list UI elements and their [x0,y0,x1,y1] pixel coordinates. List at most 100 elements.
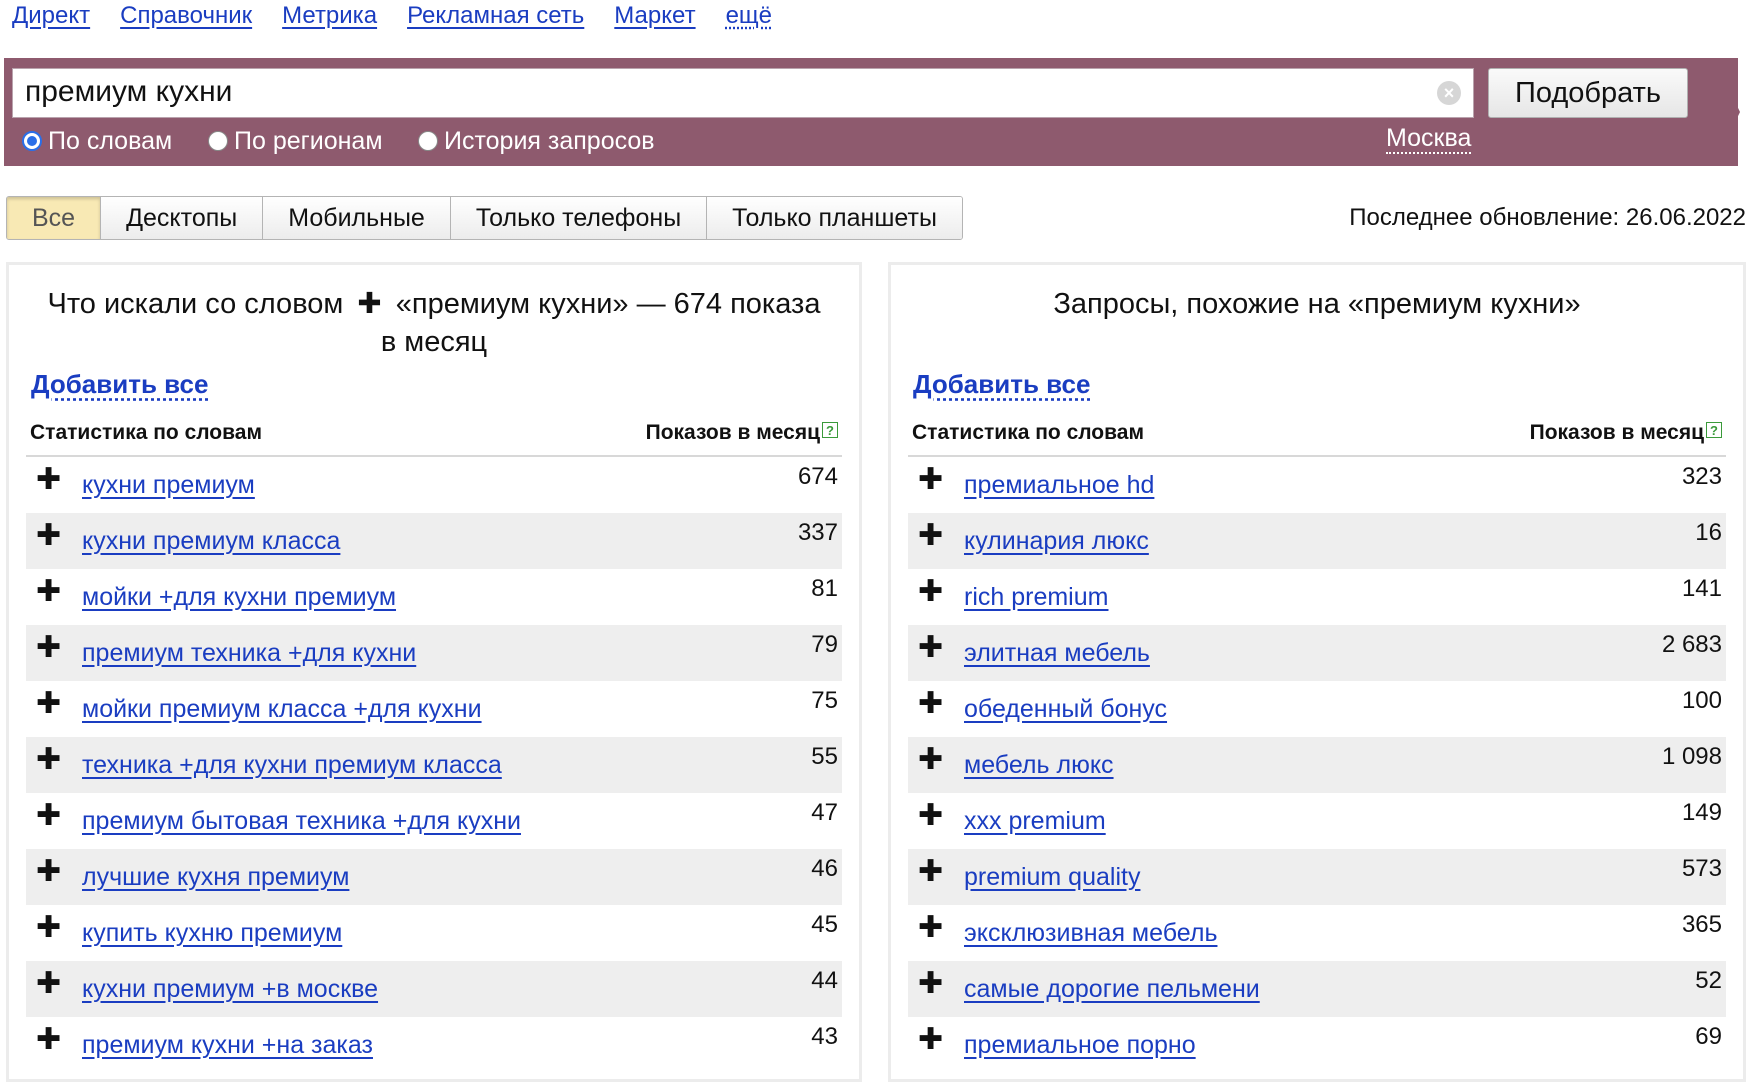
add-phrase-plus-icon[interactable]: ✚ [918,857,943,887]
tab-mobile[interactable]: Мобильные [262,197,450,239]
add-phrase-plus-icon[interactable]: ✚ [36,577,61,607]
phrase-link[interactable]: самые дорогие пельмени [964,975,1260,1004]
mode-label-regions: По регионам [234,126,383,155]
impressions-count: 16 [1695,519,1722,546]
add-phrase-plus-icon[interactable]: ✚ [36,465,61,495]
column-count-label: Показов в месяц [645,421,820,444]
add-phrase-plus-icon[interactable]: ✚ [36,745,61,775]
table-row: ✚ кухни премиум +в москве 44 [26,961,842,1017]
add-phrase-plus-icon[interactable]: ✚ [918,801,943,831]
impressions-count: 44 [811,967,838,994]
left-panel-title: Что искали со словом ✚ «премиум кухни» —… [9,285,859,361]
add-phrase-plus-icon[interactable]: ✚ [36,521,61,551]
tab-tablets-only[interactable]: Только планшеты [706,197,962,239]
impressions-count: 79 [811,631,838,658]
add-phrase-plus-icon[interactable]: ✚ [36,913,61,943]
table-row: ✚ премиум техника +для кухни 79 [26,625,842,681]
add-phrase-plus-icon[interactable]: ✚ [918,633,943,663]
column-count-label: Показов в месяц [1529,421,1704,444]
add-all-button[interactable]: Добавить все [913,369,1090,400]
tab-all[interactable]: Все [7,197,101,239]
impressions-count: 75 [811,687,838,714]
impressions-count: 43 [811,1023,838,1050]
impressions-count: 323 [1681,463,1722,490]
nav-link-direct[interactable]: Директ [12,2,90,32]
mode-radio-words[interactable]: По словам [22,127,208,156]
add-phrase-plus-icon[interactable]: ✚ [36,689,61,719]
add-phrase-plus-icon[interactable]: ✚ [918,689,943,719]
phrase-link[interactable]: rich premium [964,583,1108,612]
table-row: ✚ мойки премиум класса +для кухни 75 [26,681,842,737]
phrase-link[interactable]: мебель люкс [964,751,1114,780]
phrase-link[interactable]: премиальное hd [964,471,1154,500]
nav-link-more[interactable]: ещё [726,2,772,32]
table-header: Статистика по словам Показов в месяц ? [26,415,842,457]
phrase-link[interactable]: премиум техника +для кухни [82,639,416,668]
search-band-arrow [1714,58,1740,166]
phrase-link[interactable]: техника +для кухни премиум класса [82,751,502,780]
impressions-count: 149 [1681,799,1722,826]
phrase-link[interactable]: премиум бытовая техника +для кухни [82,807,521,836]
table-row: ✚ премиальное hd 323 [908,457,1726,513]
impressions-count: 141 [1681,575,1722,602]
impressions-count: 55 [811,743,838,770]
table-row: ✚ мойки +для кухни премиум 81 [26,569,842,625]
add-phrase-plus-icon[interactable]: ✚ [36,1025,61,1055]
table-row: ✚ мебель люкс 1 098 [908,737,1726,793]
mode-radio-regions[interactable]: По регионам [208,127,418,156]
add-phrase-plus-icon[interactable]: ✚ [918,969,943,999]
table-row: ✚ техника +для кухни премиум класса 55 [26,737,842,793]
nav-link-spravochnik[interactable]: Справочник [120,2,252,32]
search-mode-group: По словам По регионам История запросов [22,126,655,156]
left-panel-title-start: Что искали со словом [47,288,344,320]
phrase-link[interactable]: лучшие кухня премиум [82,863,349,892]
table-row: ✚ купить кухню премиум 45 [26,905,842,961]
phrase-link[interactable]: кухни премиум [82,471,255,500]
impressions-count: 2 683 [1661,631,1722,658]
add-phrase-plus-icon[interactable]: ✚ [918,1025,943,1055]
help-icon[interactable]: ? [1706,422,1722,438]
impressions-count: 52 [1695,967,1722,994]
tab-phones-only[interactable]: Только телефоны [449,197,707,239]
impressions-count: 81 [811,575,838,602]
phrase-link[interactable]: премиум кухни +на заказ [82,1031,373,1060]
phrase-link[interactable]: элитная мебель [964,639,1150,668]
phrase-link[interactable]: xxx premium [964,807,1106,836]
phrase-link[interactable]: мойки +для кухни премиум [82,583,396,612]
phrase-link[interactable]: купить кухню премиум [82,919,342,948]
mode-radio-history[interactable]: История запросов [418,127,655,156]
nav-link-ad-network[interactable]: Рекламная сеть [407,2,584,32]
left-panel: Что искали со словом ✚ «премиум кухни» —… [6,262,862,1082]
region-link[interactable]: Москва [1386,124,1472,154]
clear-icon[interactable]: × [1437,81,1461,105]
add-phrase-plus-icon[interactable]: ✚ [918,577,943,607]
add-phrase-plus-icon[interactable]: ✚ [918,913,943,943]
nav-link-market[interactable]: Маркет [614,2,695,32]
table-header: Статистика по словам Показов в месяц ? [908,415,1726,457]
add-phrase-plus-icon[interactable]: ✚ [36,857,61,887]
phrase-link[interactable]: premium quality [964,863,1140,892]
phrase-link[interactable]: кухни премиум класса [82,527,340,556]
phrase-link[interactable]: мойки премиум класса +для кухни [82,695,482,724]
phrase-link[interactable]: обеденный бонус [964,695,1167,724]
add-phrase-plus-icon[interactable]: ✚ [36,969,61,999]
left-rows: ✚ кухни премиум 674 ✚ кухни премиум класса 33… [26,457,842,1073]
search-submit-button[interactable]: Подобрать [1488,68,1688,118]
left-panel-title-end: «премиум кухни» — 674 показа в месяц [380,288,821,358]
add-phrase-plus-icon[interactable]: ✚ [36,633,61,663]
phrase-link[interactable]: кулинария люкс [964,527,1149,556]
help-icon[interactable]: ? [822,422,838,438]
add-phrase-plus-icon[interactable]: ✚ [918,465,943,495]
add-phrase-plus-icon[interactable]: ✚ [918,745,943,775]
add-phrase-plus-icon[interactable]: ✚ [918,521,943,551]
add-phrase-plus-icon[interactable]: ✚ [36,801,61,831]
phrase-link[interactable]: эксклюзивная мебель [964,919,1217,948]
table-row: ✚ премиум бытовая техника +для кухни 47 [26,793,842,849]
nav-link-metrika[interactable]: Метрика [282,2,377,32]
phrase-link[interactable]: премиальное порно [964,1031,1196,1060]
add-all-button[interactable]: Добавить все [31,369,208,400]
phrase-link[interactable]: кухни премиум +в москве [82,975,378,1004]
search-input[interactable] [13,69,1405,115]
impressions-count: 46 [811,855,838,882]
tab-desktops[interactable]: Десктопы [100,197,263,239]
